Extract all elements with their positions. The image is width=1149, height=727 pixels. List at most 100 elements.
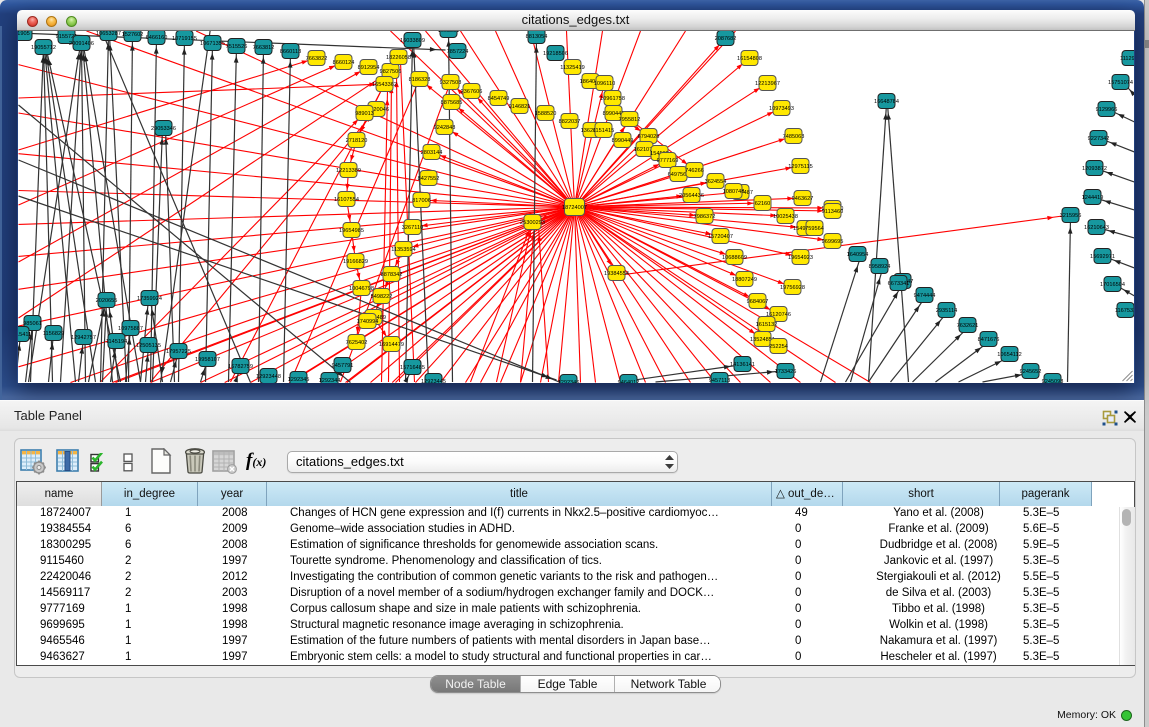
svg-text:252254: 252254 (769, 344, 788, 350)
svg-text:2935114: 2935114 (935, 308, 956, 314)
svg-text:29053346: 29053346 (151, 126, 176, 132)
svg-text:16648784: 16648784 (874, 99, 899, 105)
svg-text:746266: 746266 (685, 168, 704, 174)
svg-text:12923445: 12923445 (421, 379, 446, 383)
svg-text:2020655: 2020655 (95, 298, 117, 304)
svg-text:1740994: 1740994 (356, 319, 378, 325)
svg-text:7857224: 7857224 (446, 49, 468, 55)
svg-text:19218506: 19218506 (543, 51, 568, 57)
svg-text:9464012: 9464012 (617, 380, 639, 383)
svg-text:15720407: 15720407 (708, 234, 733, 240)
svg-text:9684067: 9684067 (746, 299, 768, 305)
svg-text:11325419: 11325419 (560, 65, 584, 71)
svg-text:7986372: 7986372 (693, 214, 715, 220)
svg-text:8822037: 8822037 (558, 119, 580, 125)
svg-text:16782759: 16782759 (228, 364, 253, 370)
svg-text:17359924: 17359924 (137, 296, 162, 302)
svg-text:10973493: 10973493 (769, 106, 794, 112)
svg-text:19756928: 19756928 (780, 285, 805, 291)
svg-text:8958924: 8958924 (868, 264, 890, 270)
svg-text:2367606: 2367606 (460, 89, 482, 95)
svg-text:5498222: 5498222 (370, 294, 392, 300)
svg-text:12975115: 12975115 (788, 164, 812, 170)
svg-text:9457791: 9457791 (331, 363, 353, 369)
svg-text:1292344: 1292344 (318, 378, 340, 383)
svg-text:8427552: 8427552 (417, 176, 439, 182)
svg-text:759564: 759564 (805, 226, 824, 232)
svg-text:18807249: 18807249 (732, 277, 757, 283)
svg-text:9146821: 9146821 (508, 104, 530, 110)
svg-text:16543362: 16543362 (372, 82, 397, 88)
svg-text:19384554: 19384554 (604, 271, 629, 277)
svg-text:817006: 817006 (412, 198, 431, 204)
svg-text:16154808: 16154808 (737, 56, 762, 62)
svg-text:9699695: 9699695 (821, 239, 843, 245)
svg-text:19166829: 19166829 (343, 259, 368, 265)
svg-text:10719155: 10719155 (172, 36, 197, 42)
svg-text:10961758: 10961758 (600, 96, 625, 102)
svg-text:1112964: 1112964 (1120, 56, 1134, 62)
svg-text:1145194: 1145194 (105, 339, 126, 345)
svg-text:17957225: 17957225 (166, 349, 191, 355)
svg-text:16033809: 16033809 (400, 38, 425, 44)
svg-text:1615132: 1615132 (755, 322, 777, 328)
svg-text:7955812: 7955812 (618, 117, 640, 123)
svg-text:9827506: 9827506 (379, 69, 401, 75)
svg-text:1080748: 1080748 (722, 189, 744, 195)
svg-text:8186328: 8186328 (408, 77, 430, 83)
svg-text:20091406: 20091406 (69, 41, 94, 47)
svg-text:10975887: 10975887 (118, 326, 143, 332)
svg-text:17016504: 17016504 (1100, 282, 1125, 288)
svg-text:12213967: 12213967 (755, 81, 780, 87)
svg-text:10653287: 10653287 (96, 31, 121, 37)
svg-text:3215956: 3215956 (1059, 213, 1081, 219)
svg-text:8990449: 8990449 (611, 138, 633, 144)
svg-text:6673341: 6673341 (887, 281, 909, 287)
svg-text:7515526: 7515526 (225, 44, 247, 50)
svg-text:1167533: 1167533 (1114, 308, 1134, 314)
svg-text:1733426: 1733426 (774, 369, 796, 375)
svg-text:18226058: 18226058 (386, 55, 411, 61)
svg-text:1292345: 1292345 (287, 377, 309, 383)
svg-text:18724007: 18724007 (562, 205, 587, 211)
svg-text:6466160: 6466160 (145, 35, 167, 41)
svg-text:3915411: 3915411 (18, 332, 31, 338)
svg-text:19654985: 19654985 (339, 228, 364, 234)
svg-text:8813054: 8813054 (525, 34, 547, 40)
svg-text:989013: 989013 (355, 111, 374, 117)
svg-text:10671355: 10671355 (200, 41, 225, 47)
svg-text:9245652: 9245652 (1019, 369, 1041, 375)
svg-text:16107554: 16107554 (334, 197, 359, 203)
svg-text:10654112: 10654112 (997, 352, 1021, 358)
svg-text:1156829: 1156829 (42, 331, 63, 337)
svg-text:9113460: 9113460 (821, 209, 842, 215)
svg-text:10688609: 10688609 (722, 255, 747, 261)
svg-text:10046798: 10046798 (349, 286, 374, 292)
svg-text:1096110: 1096110 (593, 81, 614, 87)
svg-text:15716485: 15716485 (400, 365, 425, 371)
svg-text:1244419: 1244419 (1081, 195, 1103, 201)
svg-text:62160: 62160 (754, 201, 770, 207)
svg-text:9463627: 9463627 (791, 196, 813, 202)
svg-text:9242848: 9242848 (433, 125, 455, 131)
svg-text:9245093: 9245093 (1041, 379, 1063, 383)
svg-text:7632621: 7632621 (956, 323, 978, 329)
svg-text:19654923: 19654923 (788, 255, 813, 261)
svg-text:3624554: 3624554 (704, 179, 726, 185)
svg-text:11353594: 11353594 (391, 247, 415, 253)
svg-text:8875685: 8875685 (440, 100, 462, 106)
svg-text:15751074: 15751074 (1108, 80, 1133, 86)
svg-text:9227342: 9227342 (1087, 136, 1109, 142)
svg-text:1151415: 1151415 (592, 128, 613, 134)
svg-text:9129966: 9129966 (1095, 107, 1117, 113)
svg-text:7485063: 7485063 (782, 134, 804, 140)
svg-text:1292346: 1292346 (557, 380, 579, 383)
svg-text:2803144: 2803144 (420, 150, 442, 156)
svg-text:8471676: 8471676 (977, 337, 999, 343)
svg-text:12942757: 12942757 (71, 335, 96, 341)
svg-text:1588520: 1588520 (534, 111, 556, 117)
svg-text:1527602: 1527602 (121, 32, 143, 38)
svg-text:6794028: 6794028 (637, 134, 659, 140)
svg-text:9777169: 9777169 (656, 158, 678, 164)
svg-text:2087682: 2087682 (714, 36, 736, 42)
